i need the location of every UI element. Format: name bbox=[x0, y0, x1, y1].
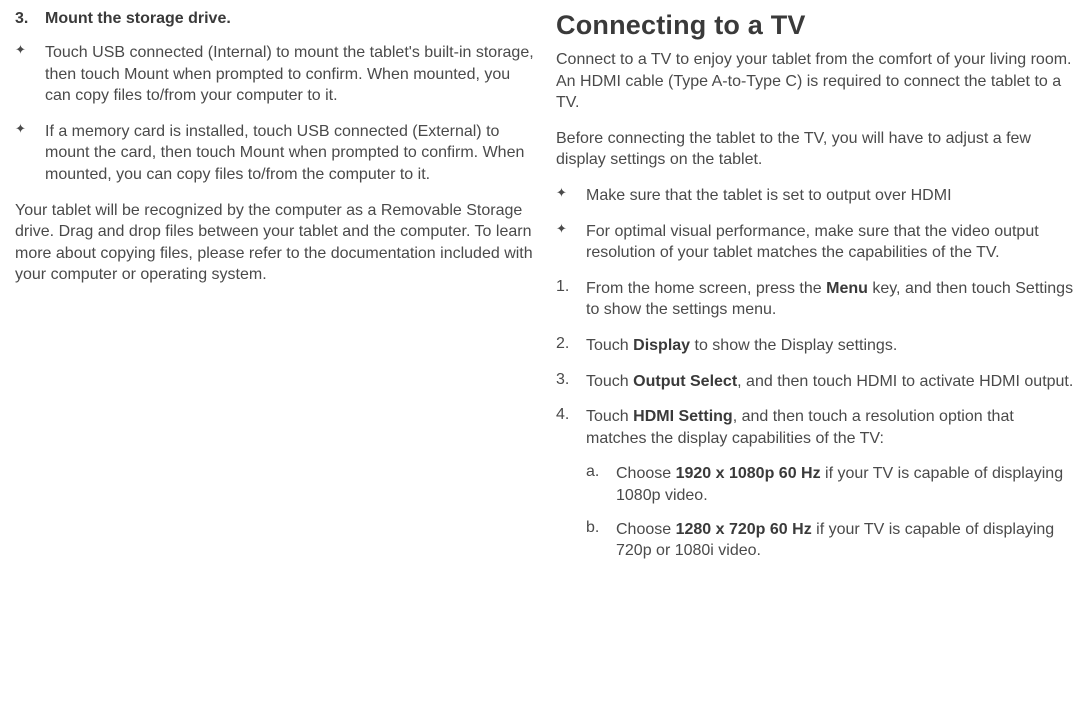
ordered-step-4: 4. Touch HDMI Setting, and then touch a … bbox=[556, 406, 1077, 449]
text-part: Touch bbox=[586, 337, 633, 354]
section-heading: Connecting to a TV bbox=[556, 10, 1077, 41]
sub-text: Choose 1920 x 1080p 60 Hz if your TV is … bbox=[616, 463, 1077, 506]
step-text: From the home screen, press the Menu key… bbox=[586, 278, 1077, 321]
left-column: 3. Mount the storage drive. ✦ Touch USB … bbox=[15, 10, 536, 697]
ordered-step-1: 1. From the home screen, press the Menu … bbox=[556, 278, 1077, 321]
text-part: Touch bbox=[586, 408, 633, 425]
paragraph: Before connecting the tablet to the TV, … bbox=[556, 128, 1077, 171]
step-title: Mount the storage drive. bbox=[45, 10, 536, 28]
step-number: 2. bbox=[556, 335, 586, 357]
sub-step-a: a. Choose 1920 x 1080p 60 Hz if your TV … bbox=[556, 463, 1077, 506]
bullet-item: ✦ Touch USB connected (Internal) to moun… bbox=[15, 42, 536, 107]
star-icon: ✦ bbox=[556, 185, 586, 207]
bullet-text: For optimal visual performance, make sur… bbox=[586, 221, 1077, 264]
ordered-step-3: 3. Touch Output Select, and then touch H… bbox=[556, 371, 1077, 393]
bullet-item: ✦ For optimal visual performance, make s… bbox=[556, 221, 1077, 264]
bullet-text: Touch USB connected (Internal) to mount … bbox=[45, 42, 536, 107]
text-part: to show the Display settings. bbox=[690, 337, 897, 354]
step-text: Touch Display to show the Display settin… bbox=[586, 335, 1077, 357]
bold-term: HDMI Setting bbox=[633, 408, 733, 425]
text-part: Choose bbox=[616, 465, 676, 482]
step-number: 4. bbox=[556, 406, 586, 449]
text-part: From the home screen, press the bbox=[586, 280, 826, 297]
star-icon: ✦ bbox=[556, 221, 586, 264]
bold-term: Output Select bbox=[633, 373, 737, 390]
ordered-step-2: 2. Touch Display to show the Display set… bbox=[556, 335, 1077, 357]
bullet-item: ✦ Make sure that the tablet is set to ou… bbox=[556, 185, 1077, 207]
bullet-text: Make sure that the tablet is set to outp… bbox=[586, 185, 1077, 207]
sub-letter: b. bbox=[586, 519, 616, 562]
sub-text: Choose 1280 x 720p 60 Hz if your TV is c… bbox=[616, 519, 1077, 562]
bold-term: 1920 x 1080p 60 Hz bbox=[676, 465, 821, 482]
step-text: Touch HDMI Setting, and then touch a res… bbox=[586, 406, 1077, 449]
paragraph: Connect to a TV to enjoy your tablet fro… bbox=[556, 49, 1077, 114]
bold-term: 1280 x 720p 60 Hz bbox=[676, 521, 812, 538]
star-icon: ✦ bbox=[15, 121, 45, 186]
sub-step-b: b. Choose 1280 x 720p 60 Hz if your TV i… bbox=[556, 519, 1077, 562]
right-column: Connecting to a TV Connect to a TV to en… bbox=[556, 10, 1077, 697]
step-number: 3. bbox=[15, 10, 45, 28]
paragraph: Your tablet will be recognized by the co… bbox=[15, 200, 536, 286]
step-number: 3. bbox=[556, 371, 586, 393]
text-part: Choose bbox=[616, 521, 676, 538]
text-part: , and then touch HDMI to activate HDMI o… bbox=[737, 373, 1073, 390]
step-number: 1. bbox=[556, 278, 586, 321]
bold-term: Display bbox=[633, 337, 690, 354]
step-3-header: 3. Mount the storage drive. bbox=[15, 10, 536, 28]
bold-term: Menu bbox=[826, 280, 868, 297]
sub-letter: a. bbox=[586, 463, 616, 506]
bullet-item: ✦ If a memory card is installed, touch U… bbox=[15, 121, 536, 186]
star-icon: ✦ bbox=[15, 42, 45, 107]
text-part: Touch bbox=[586, 373, 633, 390]
bullet-text: If a memory card is installed, touch USB… bbox=[45, 121, 536, 186]
step-text: Touch Output Select, and then touch HDMI… bbox=[586, 371, 1077, 393]
